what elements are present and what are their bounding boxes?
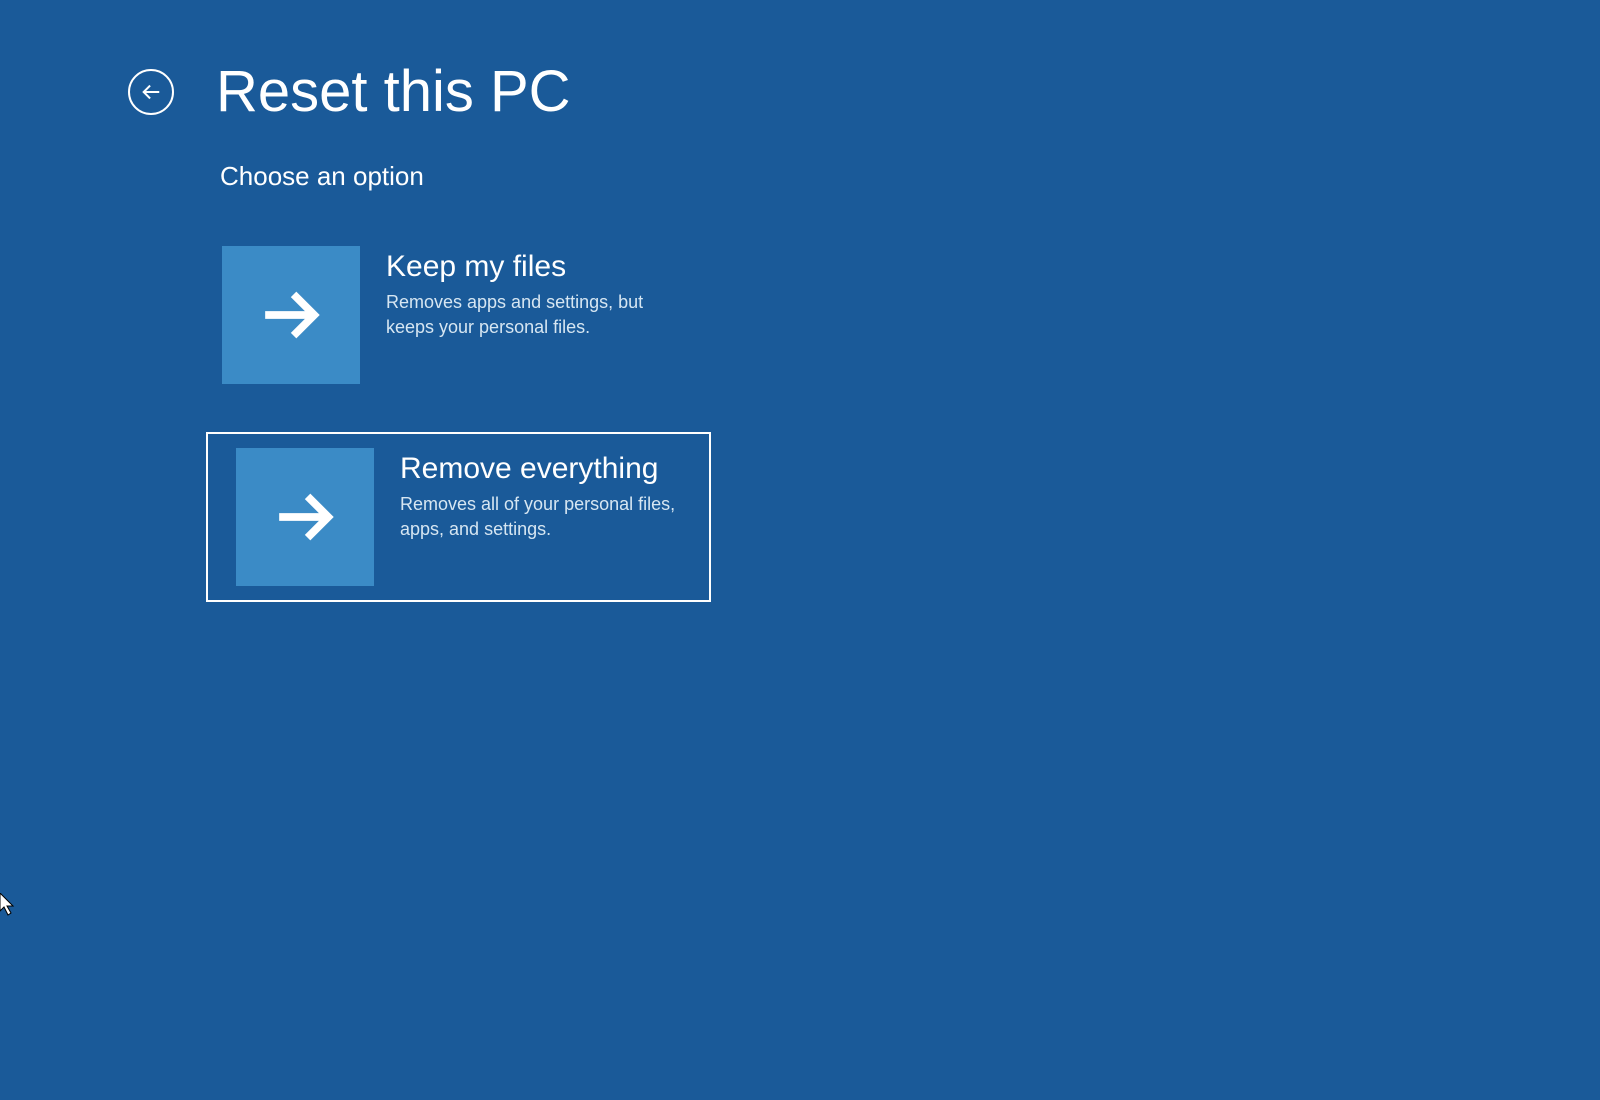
option-tile <box>236 448 374 586</box>
arrow-right-icon <box>260 284 322 346</box>
option-keep-my-files[interactable]: Keep my files Removes apps and settings,… <box>220 244 725 414</box>
options-list: Keep my files Removes apps and settings,… <box>220 244 1600 602</box>
option-title: Keep my files <box>386 250 670 284</box>
option-text: Remove everything Removes all of your pe… <box>374 448 684 542</box>
option-title: Remove everything <box>400 452 684 486</box>
mouse-cursor-icon <box>0 893 18 918</box>
subtitle: Choose an option <box>220 161 1600 192</box>
page-title: Reset this PC <box>216 58 571 125</box>
option-remove-everything[interactable]: Remove everything Removes all of your pe… <box>206 432 711 602</box>
option-tile <box>222 246 360 384</box>
back-button[interactable] <box>128 69 174 115</box>
option-description: Removes apps and settings, but keeps you… <box>386 290 670 340</box>
option-description: Removes all of your personal files, apps… <box>400 492 684 542</box>
back-arrow-icon <box>140 81 162 103</box>
arrow-right-icon <box>274 486 336 548</box>
option-text: Keep my files Removes apps and settings,… <box>360 246 670 340</box>
